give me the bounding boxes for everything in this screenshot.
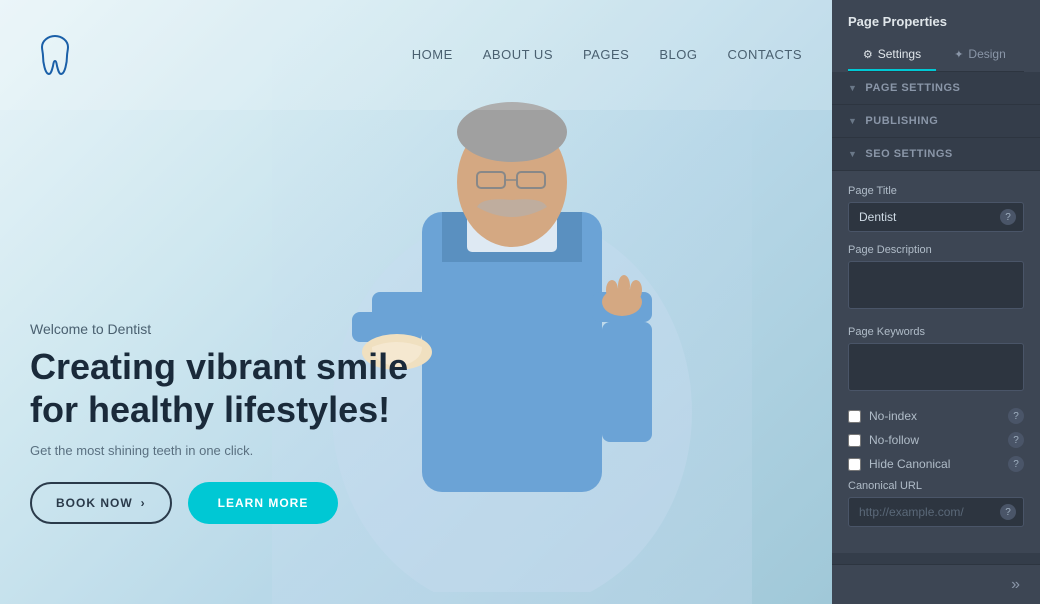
- code-injection-accordion[interactable]: ▼ CODE INJECTION: [832, 553, 1040, 564]
- panel-tabs: ⚙ Settings ✦ Design: [848, 39, 1024, 72]
- publishing-accordion[interactable]: ▼ PUBLISHING: [832, 105, 1040, 137]
- preview-panel: HOME ABOUT US PAGES BLOG CONTACTS: [0, 0, 832, 604]
- book-now-button[interactable]: BOOK NOW ›: [30, 482, 172, 524]
- chevron-down-icon: ▼: [848, 83, 857, 93]
- page-keywords-group: Page Keywords: [848, 326, 1024, 396]
- seo-settings-section: ▼ SEO SETTINGS: [832, 138, 1040, 171]
- right-panel: Page Properties ⚙ Settings ✦ Design ▼ PA…: [832, 0, 1040, 604]
- learn-more-button[interactable]: LEARN MORE: [188, 482, 339, 524]
- hero-subtitle: Get the most shining teeth in one click.: [30, 443, 408, 458]
- tab-design[interactable]: ✦ Design: [936, 39, 1024, 71]
- design-icon: ✦: [954, 48, 963, 61]
- nav-pages[interactable]: PAGES: [583, 46, 629, 64]
- no-follow-label: No-follow: [869, 433, 1000, 447]
- nav-about[interactable]: ABOUT US: [483, 46, 553, 64]
- page-keywords-label: Page Keywords: [848, 326, 1024, 338]
- no-follow-checkbox[interactable]: [848, 434, 861, 447]
- page-description-group: Page Description: [848, 244, 1024, 314]
- no-index-checkbox[interactable]: [848, 410, 861, 423]
- seo-settings-accordion[interactable]: ▼ SEO SETTINGS: [832, 138, 1040, 170]
- chevron-down-icon: ▼: [848, 149, 857, 159]
- nav-contacts[interactable]: CONTACTS: [727, 46, 802, 64]
- no-follow-group: No-follow ?: [848, 432, 1024, 448]
- canonical-url-label: Canonical URL: [848, 480, 1024, 492]
- canonical-url-input[interactable]: [848, 497, 1024, 527]
- page-description-input[interactable]: [848, 261, 1024, 309]
- page-title-label: Page Title: [848, 185, 1024, 197]
- page-keywords-input[interactable]: [848, 343, 1024, 391]
- preview-header: HOME ABOUT US PAGES BLOG CONTACTS: [0, 0, 832, 110]
- publishing-section: ▼ PUBLISHING: [832, 105, 1040, 138]
- form-section: Page Title ? Page Description Page Keywo…: [832, 171, 1040, 553]
- collapse-panel-button[interactable]: »: [1003, 572, 1028, 598]
- chevron-down-icon: ▼: [848, 116, 857, 126]
- hero-buttons: BOOK NOW › LEARN MORE: [30, 482, 408, 524]
- page-settings-accordion[interactable]: ▼ PAGE SETTINGS: [832, 72, 1040, 104]
- panel-footer: »: [832, 564, 1040, 604]
- hide-canonical-checkbox[interactable]: [848, 458, 861, 471]
- page-title-help-icon[interactable]: ?: [1000, 209, 1016, 225]
- nav-links: HOME ABOUT US PAGES BLOG CONTACTS: [412, 46, 802, 64]
- canonical-url-input-wrap: ?: [848, 497, 1024, 527]
- hide-canonical-label: Hide Canonical: [869, 457, 1000, 471]
- tooth-logo-icon: [30, 30, 80, 80]
- no-index-group: No-index ?: [848, 408, 1024, 424]
- canonical-url-group: Canonical URL ?: [848, 480, 1024, 527]
- page-title-group: Page Title ?: [848, 185, 1024, 232]
- page-description-label: Page Description: [848, 244, 1024, 256]
- tab-settings[interactable]: ⚙ Settings: [848, 39, 936, 71]
- hero-content: Welcome to Dentist Creating vibrant smil…: [30, 321, 408, 524]
- canonical-url-help-icon[interactable]: ?: [1000, 504, 1016, 520]
- page-title-input[interactable]: [848, 202, 1024, 232]
- hero-welcome-text: Welcome to Dentist: [30, 321, 408, 337]
- panel-title: Page Properties: [848, 14, 1024, 29]
- hide-canonical-group: Hide Canonical ?: [848, 456, 1024, 472]
- no-follow-help-icon[interactable]: ?: [1008, 432, 1024, 448]
- settings-icon: ⚙: [863, 48, 873, 61]
- page-title-input-wrap: ?: [848, 202, 1024, 232]
- no-index-label: No-index: [869, 409, 1000, 423]
- panel-body: ▼ PAGE SETTINGS ▼ PUBLISHING ▼ SEO SETTI…: [832, 72, 1040, 564]
- panel-header: Page Properties ⚙ Settings ✦ Design: [832, 0, 1040, 72]
- hero-title: Creating vibrant smile for healthy lifes…: [30, 345, 408, 431]
- chevron-right-icon: ›: [141, 496, 146, 510]
- code-injection-section: ▼ CODE INJECTION: [832, 553, 1040, 564]
- page-settings-section: ▼ PAGE SETTINGS: [832, 72, 1040, 105]
- nav-home[interactable]: HOME: [412, 46, 453, 64]
- no-index-help-icon[interactable]: ?: [1008, 408, 1024, 424]
- nav-blog[interactable]: BLOG: [659, 46, 697, 64]
- hide-canonical-help-icon[interactable]: ?: [1008, 456, 1024, 472]
